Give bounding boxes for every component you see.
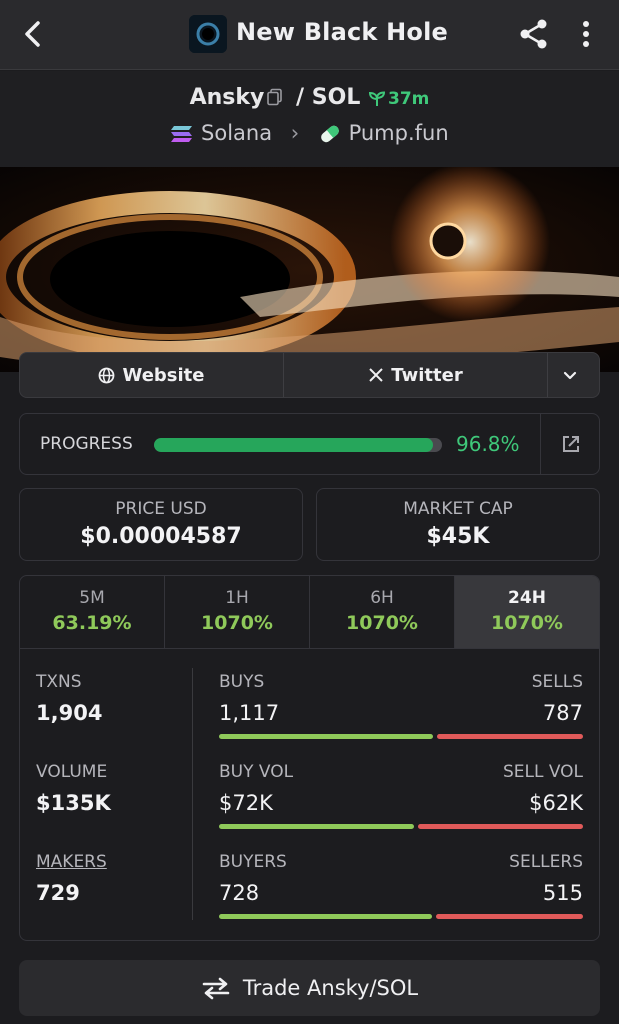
buyers-label: BUYERS <box>219 852 287 872</box>
sellers-label: SELLERS <box>509 852 583 872</box>
makers-metric: MAKERS 729 <box>36 852 107 905</box>
token-symbol: Ansky <box>189 85 265 110</box>
sell-bar <box>437 734 583 739</box>
external-link-icon[interactable] <box>540 414 600 474</box>
progress-label: PROGRESS <box>40 434 133 454</box>
buys-sells-bar <box>219 734 583 739</box>
buy-vol-label: BUY VOL <box>219 762 294 782</box>
pair-line: Ansky / SOL 37m <box>0 85 619 110</box>
price-label: PRICE USD <box>115 499 207 519</box>
volume-split: BUY VOL SELL VOL $72K $62K <box>219 762 583 829</box>
globe-icon <box>99 367 115 383</box>
chevron-down-icon <box>563 371 577 380</box>
makers-label[interactable]: MAKERS <box>36 852 107 872</box>
tab-change: 1070% <box>346 612 418 634</box>
tab-label: 1H <box>225 588 249 608</box>
volume-metric: VOLUME $135K <box>36 762 111 815</box>
tab-5m[interactable]: 5M 63.19% <box>20 576 165 648</box>
market-cap-value: $45K <box>426 524 490 549</box>
back-arrow-icon[interactable] <box>16 16 52 52</box>
pill-icon <box>318 121 342 145</box>
volume-value: $135K <box>36 791 111 815</box>
tab-change: 63.19% <box>52 612 132 634</box>
trade-button[interactable]: Trade Ansky/SOL <box>19 960 600 1016</box>
buys-label: BUYS <box>219 672 265 692</box>
buyers-sellers-split: BUYERS SELLERS 728 515 <box>219 852 583 919</box>
pair-age: 37m <box>368 89 429 109</box>
pair-separator: / <box>296 85 305 110</box>
twitter-label: Twitter <box>391 364 463 386</box>
timeframe-panel: 5M 63.19% 1H 1070% 6H 1070% 24H 1070% TX… <box>19 575 600 941</box>
bonding-progress: PROGRESS 96.8% <box>19 413 600 475</box>
pair-age-value: 37m <box>388 89 430 109</box>
swap-arrows-icon <box>202 977 230 1000</box>
share-icon[interactable] <box>516 16 552 52</box>
price-value: $0.00004587 <box>80 524 242 549</box>
market-cap-label: MARKET CAP <box>403 499 513 519</box>
makers-value: 729 <box>36 881 80 905</box>
twitter-button[interactable]: Twitter <box>284 353 548 397</box>
txns-metric: TXNS 1,904 <box>36 672 102 725</box>
sells-label: SELLS <box>531 672 583 692</box>
dex-name[interactable]: Pump.fun <box>349 121 449 145</box>
tab-label: 24H <box>508 588 546 608</box>
token-banner-image <box>0 167 619 372</box>
chain-line: Solana › Pump.fun <box>0 121 619 145</box>
buys-sells-split: BUYS SELLS 1,117 787 <box>219 672 583 739</box>
sells-value: 787 <box>542 701 583 725</box>
solana-icon <box>170 121 194 145</box>
tab-change: 1070% <box>201 612 273 634</box>
volume-label: VOLUME <box>36 762 108 782</box>
sell-vol-value: $62K <box>529 791 583 815</box>
txns-label: TXNS <box>36 672 82 692</box>
txns-value: 1,904 <box>36 701 103 725</box>
sell-vol-label: SELL VOL <box>502 762 583 782</box>
page-title: New Black Hole <box>236 18 449 46</box>
tab-24h[interactable]: 24H 1070% <box>455 576 599 648</box>
sellers-value: 515 <box>542 881 583 905</box>
tab-change: 1070% <box>491 612 563 634</box>
progress-fill <box>154 438 433 452</box>
tab-label: 5M <box>79 588 105 608</box>
more-options-icon[interactable] <box>572 16 600 52</box>
sellers-bar <box>436 914 583 919</box>
buy-vol-value: $72K <box>219 791 273 815</box>
quote-symbol: SOL <box>311 85 361 110</box>
buyers-value: 728 <box>219 881 260 905</box>
tab-6h[interactable]: 6H 1070% <box>310 576 455 648</box>
buyers-bar <box>219 914 432 919</box>
buy-vol-bar <box>219 824 414 829</box>
buys-value: 1,117 <box>219 701 280 725</box>
buy-bar <box>219 734 433 739</box>
links-dropdown-button[interactable] <box>548 353 599 397</box>
social-links: Website Twitter <box>19 352 600 398</box>
volume-bar <box>219 824 583 829</box>
chevron-right-icon: › <box>290 121 300 145</box>
metrics-divider <box>192 668 193 920</box>
tab-1h[interactable]: 1H 1070% <box>165 576 310 648</box>
token-logo <box>189 15 227 53</box>
trade-label: Trade Ansky/SOL <box>242 976 419 1000</box>
website-label: Website <box>122 364 205 386</box>
top-bar: New Black Hole <box>0 0 619 70</box>
buyers-sellers-bar <box>219 914 583 919</box>
timeframe-tabs: 5M 63.19% 1H 1070% 6H 1070% 24H 1070% <box>20 576 599 649</box>
market-cap-box: MARKET CAP $45K <box>316 488 600 561</box>
sell-vol-bar <box>418 824 583 829</box>
tab-label: 6H <box>370 588 394 608</box>
chain-name[interactable]: Solana <box>201 121 272 145</box>
pair-info: Ansky / SOL 37m Solana › Pump.fun <box>0 71 619 167</box>
progress-bar <box>154 438 442 452</box>
x-logo-icon <box>369 368 384 382</box>
price-usd-box: PRICE USD $0.00004587 <box>19 488 303 561</box>
website-button[interactable]: Website <box>20 353 284 397</box>
copy-icon[interactable] <box>266 87 284 106</box>
progress-value: 96.8% <box>456 432 520 456</box>
